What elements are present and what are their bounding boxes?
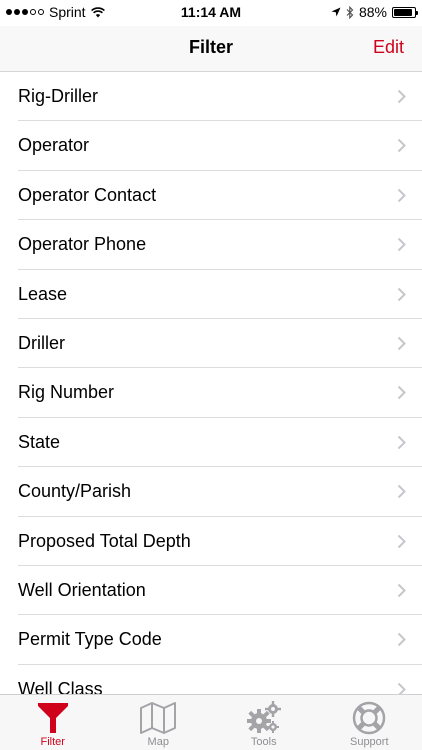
filter-row-label: Permit Type Code [18,629,162,650]
filter-row[interactable]: Rig-Driller [0,72,422,122]
map-icon [140,702,177,734]
filter-row[interactable]: Operator Contact [0,171,422,221]
filter-row-label: State [18,431,61,452]
filter-row-label: Driller [18,332,65,353]
filter-row[interactable]: Rig Number [0,368,422,419]
filter-row[interactable]: Operator [0,121,422,172]
chevron-right-icon [397,633,406,647]
chevron-right-icon [397,188,406,202]
battery-percentage: 88% [358,4,387,20]
filter-row[interactable]: County/Parish [0,467,422,517]
filter-row[interactable]: Driller [0,319,422,369]
tab-bar: Filter Map Tools Support [0,694,422,750]
battery-icon [392,6,418,18]
chevron-right-icon [397,484,406,499]
chevron-right-icon [397,237,406,252]
filter-row-label: Operator Phone [18,234,147,255]
tab-filter[interactable]: Filter [0,695,106,750]
filter-row-label: Rig-Driller [18,86,98,106]
bluetooth-icon [346,5,354,19]
chevron-right-icon [397,583,406,598]
filter-row-label: Well Orientation [18,579,146,600]
filter-row-label: Well Class [18,678,103,694]
app-screen: Sprint 11:14 AM 88% Filter Edit Rig-Dril… [0,0,422,750]
filter-row[interactable]: Permit Type Code [0,615,422,666]
filter-row-label: Lease [18,283,68,304]
filter-row[interactable]: Lease [0,270,422,320]
chevron-right-icon [397,287,406,301]
location-arrow-icon [331,7,341,17]
filter-row-label: Operator Contact [18,184,157,205]
tab-label: Filter [40,736,65,748]
filter-row[interactable]: Well Class [0,665,422,694]
status-bar: Sprint 11:14 AM 88% [0,0,422,26]
filter-row-label: Operator [18,135,90,156]
chevron-right-icon [397,386,406,400]
filter-row[interactable]: State [0,418,422,468]
status-right: 88% [331,4,418,20]
chevron-right-icon [397,534,406,548]
tab-support[interactable]: Support [317,695,422,750]
filter-row-label: County/Parish [18,481,132,502]
tab-label: Tools [250,736,277,748]
chevron-right-icon [397,336,406,351]
filter-row[interactable]: Well Orientation [0,566,422,616]
chevron-right-icon [397,435,406,449]
tab-label: Support [349,736,389,748]
filter-row[interactable]: Proposed Total Depth [0,517,422,567]
lifebuoy-icon [353,701,386,735]
chevron-right-icon [397,139,406,153]
chevron-right-icon [397,89,406,104]
gears-icon [246,701,281,733]
filter-row-label: Rig Number [18,382,115,403]
navigation-bar: Filter Edit [0,26,422,72]
filter-funnel-icon [37,703,68,733]
filter-row[interactable]: Operator Phone [0,220,422,270]
filter-row-label: Proposed Total Depth [18,530,191,551]
edit-button[interactable]: Edit [373,37,404,58]
tab-tools[interactable]: Tools [211,695,317,750]
page-title: Filter [188,37,233,57]
chevron-right-icon [397,682,406,694]
tab-label: Map [147,736,169,748]
tab-map[interactable]: Map [106,695,212,750]
filter-list: Rig-Driller Operator Operator Contact Opera… [0,72,422,694]
